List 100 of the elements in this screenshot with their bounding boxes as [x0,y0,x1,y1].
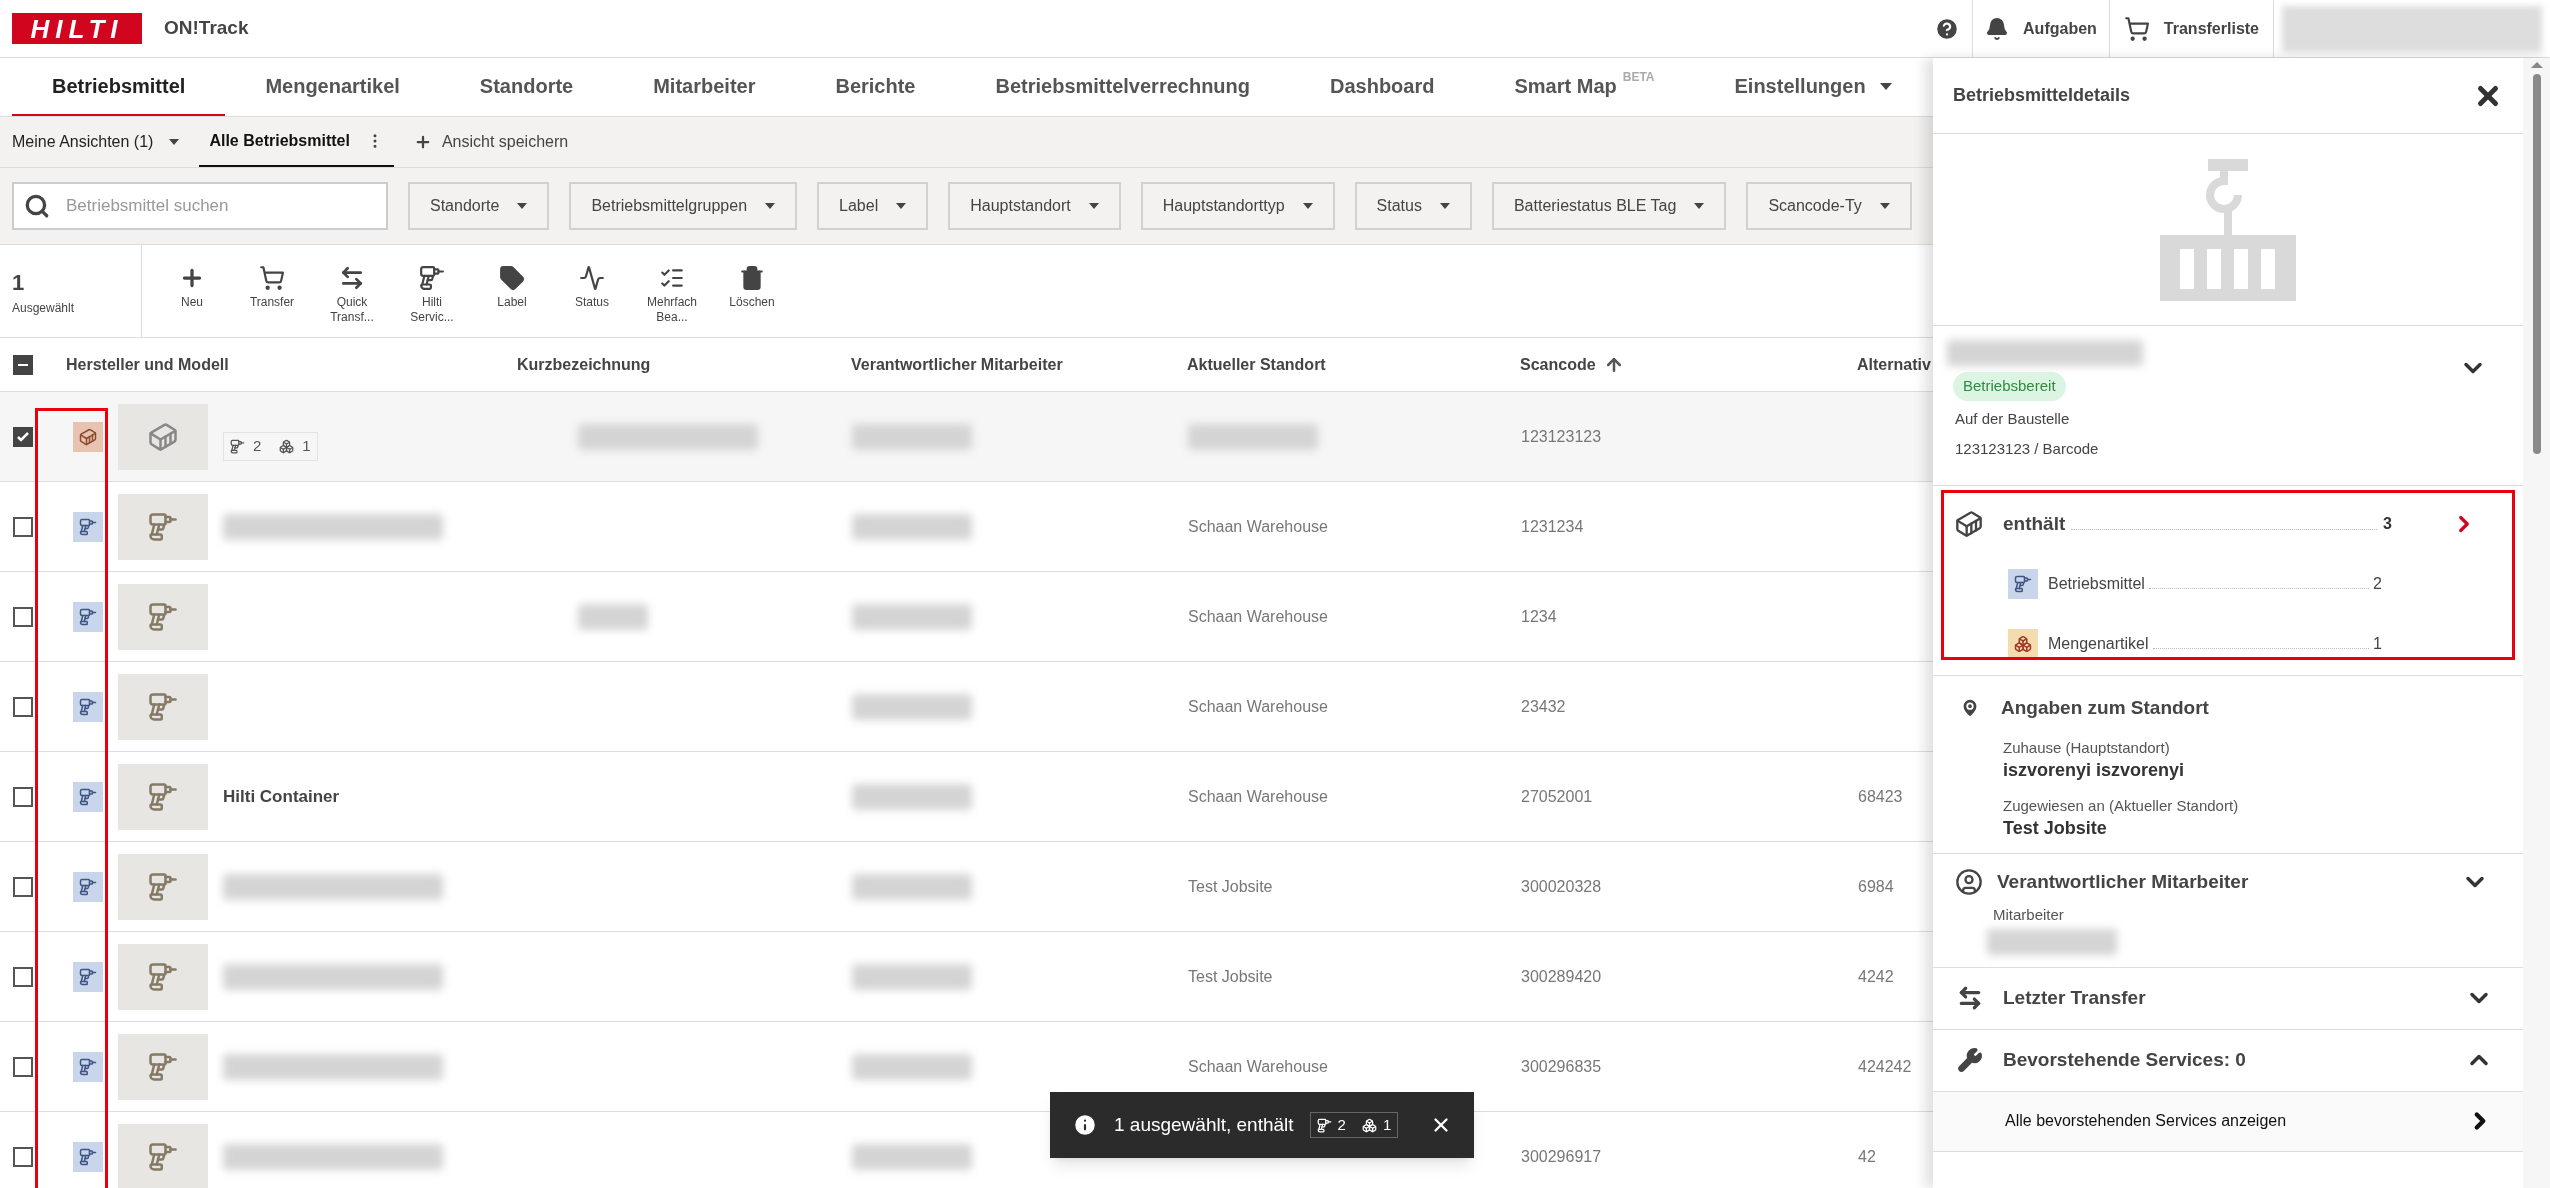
transfer-list-button[interactable]: Transferliste [2109,0,2274,57]
nav-tab[interactable]: Mitarbeiter [613,58,796,116]
scancode-text: 123123123 [1521,427,1602,445]
drill-icon [419,265,445,291]
scancode-text: 27052001 [1521,787,1593,805]
row-checkbox[interactable] [13,606,33,627]
drill-icon [230,439,245,454]
filter-dropdown[interactable]: Hauptstandort [948,182,1121,230]
count-text: 2 [1337,1114,1346,1135]
drill-icon [73,1051,103,1082]
filter-dropdown[interactable]: Batteriestatus BLE Tag [1491,182,1727,230]
tasks-button[interactable]: Aufgaben [1973,0,2110,57]
column-header[interactable]: Kurzbezeichnung [517,352,651,377]
search-icon [24,193,50,219]
select-all-checkbox[interactable] [13,354,33,375]
app-name: ON!Track [164,16,249,41]
contents-item-count: 1 [2373,633,2383,654]
trash-icon [739,265,765,291]
scancode-text: 300296835 [1521,1057,1602,1075]
count-text: 2 [253,436,262,457]
search-field[interactable]: Betriebsmittel suchen [12,182,388,230]
scancode-text: 23432 [1521,697,1566,715]
field-label: Mitarbeiter [1993,905,2065,925]
status-badge: Betriebsbereit [1953,372,2066,401]
container-icon [1955,510,1983,539]
wrench-icon [1957,1047,1983,1073]
section-title: Verantwortlicher Mitarbeiter [1997,869,2250,894]
boxes-icon [1361,1117,1377,1133]
section-title: Bevorstehende Services: 0 [2003,1047,2247,1072]
filter-dropdown[interactable]: Betriebsmittelgruppen [569,182,798,230]
nav-tab[interactable]: Mengenartikel [225,58,440,116]
row-checkbox[interactable] [13,696,33,717]
panel-title: Betriebsmitteldetails [1953,84,2131,107]
row-checkbox[interactable] [13,1146,33,1167]
nav-tab[interactable]: Einstellungen [1694,58,1932,116]
info-icon [1072,1112,1098,1138]
field-label: Zuhause (Hauptstandort) [2003,737,2171,758]
nav-tab[interactable]: Smart Map BETA [1474,58,1695,116]
toolbar-button[interactable]: Löschen [712,265,792,310]
boxes-icon [279,439,295,454]
nav-tab[interactable]: Dashboard [1290,58,1475,116]
drill-icon [1316,1117,1332,1133]
drill-icon [73,871,103,902]
location-text: Schaan Warehouse [1188,787,1328,805]
nav-tab[interactable]: Standorte [439,58,614,116]
toolbar-button[interactable]: Hilti Servic... [392,265,472,325]
toolbar-button[interactable]: Label [472,265,552,310]
contents-item-label: Mengenartikel [2048,633,2149,654]
user-icon [1955,867,1983,896]
toast-text: 1 ausgewählt, enthält [1114,1112,1294,1137]
brand-logo: HILTI [12,13,142,44]
views-dropdown[interactable]: Meine Ansichten (1) [0,117,200,167]
row-checkbox[interactable] [13,876,33,897]
toolbar-button[interactable]: Transfer [232,265,312,310]
row-checkbox[interactable] [13,516,33,537]
row-checkbox[interactable] [13,426,33,447]
contents-count: 3 [2383,514,2393,535]
detail-text: Auf der Baustelle [1955,408,2071,429]
filter-dropdown[interactable]: Status [1354,182,1472,230]
cart-icon [2123,15,2150,42]
drill-icon [73,1141,103,1172]
filter-dropdown[interactable]: Label [817,182,929,230]
field-value: Test Jobsite [2003,816,2108,839]
save-view-button[interactable]: Ansicht speichern [393,117,589,167]
scancode-text: 1234 [1521,607,1557,625]
drill-icon [73,511,103,542]
toolbar-button[interactable]: Status [552,265,632,310]
nav-tab[interactable]: Betriebsmittelverrechnung [955,58,1290,116]
toolbar-button[interactable]: Neu [152,265,232,310]
column-header[interactable]: Scancode [1520,352,1596,377]
column-header[interactable]: Verantwortlicher Mitarbeiter [851,352,1063,377]
filter-dropdown[interactable]: Scancode-Ty [1746,182,1912,230]
bell-icon [1985,16,2010,41]
toolbar-button[interactable]: Mehrfach Bea... [632,265,712,325]
column-header[interactable]: Aktueller Standort [1187,352,1326,377]
location-text: Schaan Warehouse [1188,697,1328,715]
filter-dropdown[interactable]: Hauptstandorttyp [1140,182,1335,230]
contents-title: enthält [2003,512,2066,536]
filter-dropdown[interactable]: Standorte [408,182,550,230]
row-checkbox[interactable] [13,966,33,987]
field-label: Zugewiesen an (Aktueller Standort) [2003,795,2240,816]
location-text: Test Jobsite [1188,967,1273,985]
scrollbar[interactable] [2523,58,2550,1188]
row-checkbox[interactable] [13,1056,33,1077]
nav-tab[interactable]: Berichte [795,58,956,116]
column-header[interactable]: Alternativ [1857,352,1931,377]
drill-icon [73,781,103,812]
detail-text: 123123123 / Barcode [1955,438,2100,459]
toolbar-button[interactable]: Quick Transf... [312,265,392,325]
services-link[interactable]: Alle bevorstehenden Services anzeigen [1933,1091,2523,1151]
container-icon [73,421,103,452]
count-text: 1 [1382,1114,1392,1135]
tag-icon [499,265,525,291]
drill-icon [73,601,103,632]
column-header[interactable]: Hersteller und Modell [66,352,229,377]
row-checkbox[interactable] [13,786,33,807]
section-title: Letzter Transfer [2003,985,2147,1010]
drill-icon [2008,568,2038,599]
alternative-code-text: 4242 [1858,967,1894,985]
container-icon [2160,158,2296,301]
